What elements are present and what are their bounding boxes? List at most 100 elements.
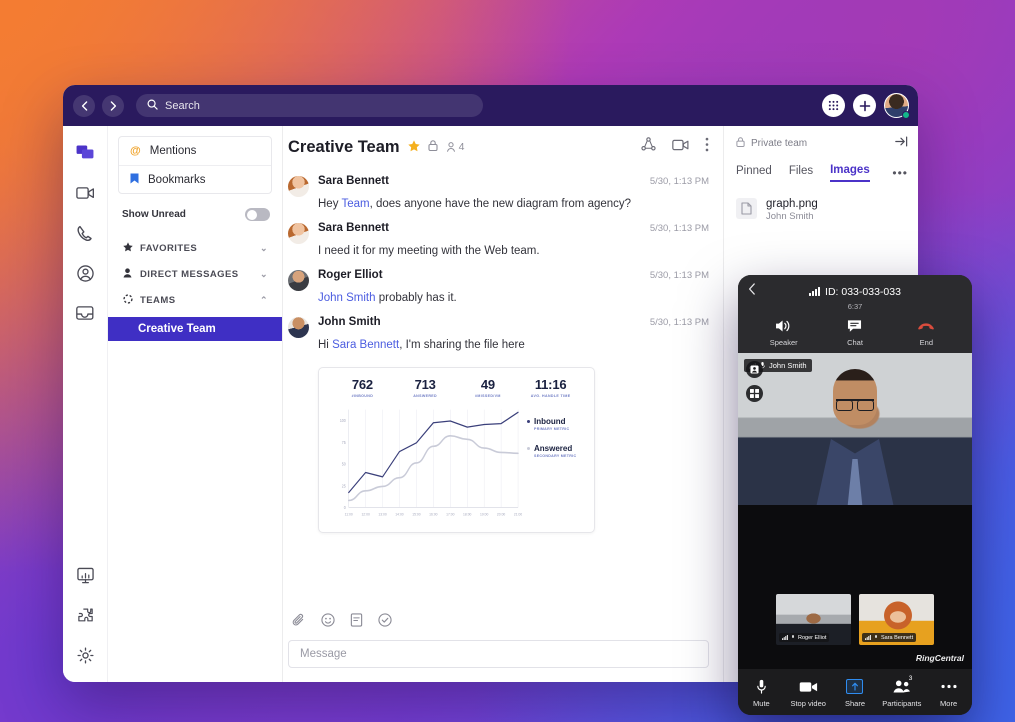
stop-video-button[interactable]: Stop video xyxy=(785,678,832,708)
chevron-right-icon xyxy=(110,100,116,111)
participant-thumbnail[interactable]: Sara Bennett xyxy=(859,594,934,645)
tab-files[interactable]: Files xyxy=(789,165,813,181)
active-speaker-view-button[interactable] xyxy=(746,361,763,378)
ellipsis-icon[interactable]: ••• xyxy=(892,166,908,180)
chevron-left-icon[interactable] xyxy=(748,283,756,298)
sidebar-item-bookmarks[interactable]: Bookmarks xyxy=(119,165,271,193)
main-video-tile[interactable]: John Smith xyxy=(738,353,972,505)
participants-badge: 3 xyxy=(908,675,913,682)
rail-item-settings[interactable] xyxy=(74,644,96,666)
show-unread-label: Show Unread xyxy=(122,209,186,220)
chart-svg: 0 25 50 75 100 11:00 12:00 13:00 14:00 15:00 16:00… xyxy=(340,409,522,516)
sidebar-section-direct-messages[interactable]: DIRECT MESSAGES ⌄ xyxy=(118,261,272,287)
legend-sublabel: SECONDARY METRIC xyxy=(534,453,577,458)
sidebar-section-favorites[interactable]: FAVORITES ⌄ xyxy=(118,235,272,261)
forward-button[interactable] xyxy=(102,94,124,117)
legend-marker xyxy=(527,446,530,450)
chart-kpi-value: 713 xyxy=(414,376,436,392)
plus-icon xyxy=(859,100,870,111)
speaker-button[interactable]: Speaker xyxy=(748,318,819,347)
file-icon xyxy=(736,198,757,219)
message-text-part: I need it for my meeting with the Web te… xyxy=(318,244,540,257)
end-call-button[interactable]: End xyxy=(891,318,962,347)
participant-face xyxy=(833,369,877,425)
dialpad-button[interactable] xyxy=(822,94,845,117)
chart-kpi: 49 #MISSED/VM xyxy=(457,377,520,398)
paperclip-icon[interactable] xyxy=(292,613,306,632)
tab-pinned[interactable]: Pinned xyxy=(736,165,772,181)
show-unread-toggle[interactable] xyxy=(245,208,270,221)
chart-kpi-label: ANSWERED xyxy=(413,393,437,398)
monitor-chart-icon xyxy=(76,567,94,583)
rail-item-fax[interactable] xyxy=(74,302,96,324)
svg-text:75: 75 xyxy=(342,439,346,444)
share-button[interactable]: Share xyxy=(832,678,879,708)
conversation-panel: Creative Team 4 Sara Bennett Hey Team, d… xyxy=(283,126,723,682)
thumbnail-name-chip: Sara Bennett xyxy=(862,633,917,642)
mute-button[interactable]: Mute xyxy=(738,678,785,708)
message-text: Hey Team, does anyone have the new diagr… xyxy=(318,197,709,212)
rail-item-analytics[interactable] xyxy=(74,564,96,586)
video-camera-icon xyxy=(785,678,832,695)
sidebar: @ Mentions Bookmarks Show Unread FAVORIT… xyxy=(108,126,283,682)
svg-text:11:00: 11:00 xyxy=(345,512,353,516)
video-stage: John Smith Roger Elliot Sara Bennett Rin… xyxy=(738,353,972,669)
mention-link[interactable]: John Smith xyxy=(318,292,376,304)
chart-kpi-row: 762 #INBOUND 713 ANSWERED 49 #MISSED/VM xyxy=(329,377,584,398)
mention-link[interactable]: Team xyxy=(341,198,369,210)
chart-legend: Inbound PRIMARY METRIC Answered SECONDAR… xyxy=(522,405,584,526)
share-label: Share xyxy=(844,699,865,708)
search-input[interactable]: Search xyxy=(136,94,483,117)
favorite-star-icon[interactable] xyxy=(407,139,420,155)
thumbnail-name: Sara Bennett xyxy=(881,634,914,641)
show-unread-row: Show Unread xyxy=(118,208,272,221)
check-circle-icon[interactable] xyxy=(378,613,392,632)
rail-item-phone[interactable] xyxy=(74,222,96,244)
chevron-down-icon: ⌄ xyxy=(260,268,268,279)
rail-item-apps[interactable] xyxy=(74,604,96,626)
share-network-icon[interactable] xyxy=(641,137,656,157)
back-button[interactable] xyxy=(73,94,95,117)
mention-link[interactable]: Sara Bennett xyxy=(332,339,399,351)
gallery-view-button[interactable] xyxy=(746,385,763,402)
legend-label: Answered xyxy=(534,443,573,453)
message-input[interactable]: Message xyxy=(288,640,709,668)
chart-attachment[interactable]: 762 #INBOUND 713 ANSWERED 49 #MISSED/VM xyxy=(318,366,595,533)
message-text: I need it for my meeting with the Web te… xyxy=(318,244,709,259)
message-bubbles-icon xyxy=(76,145,94,159)
rail-item-video[interactable] xyxy=(74,182,96,204)
add-button[interactable] xyxy=(853,94,876,117)
signal-bars-icon xyxy=(782,635,788,640)
participant-thumbnail[interactable]: Roger Elliot xyxy=(776,594,851,645)
svg-text:50: 50 xyxy=(342,461,346,466)
sidebar-item-mentions[interactable]: @ Mentions xyxy=(119,137,271,165)
chart-kpi-value: 11:16 xyxy=(534,376,567,392)
tab-images[interactable]: Images xyxy=(830,164,870,182)
svg-text:14:00: 14:00 xyxy=(395,512,403,516)
participants-button[interactable]: 3 Participants xyxy=(878,675,925,708)
sidebar-item-creative-team[interactable]: Creative Team xyxy=(108,317,282,341)
expand-panel-icon[interactable] xyxy=(895,136,908,150)
svg-text:25: 25 xyxy=(342,483,346,488)
kebab-menu-icon[interactable] xyxy=(705,137,709,157)
dialpad-icon xyxy=(828,100,839,111)
list-item[interactable]: graph.png John Smith xyxy=(736,198,908,222)
rail-item-contacts[interactable] xyxy=(74,262,96,284)
smiley-icon[interactable] xyxy=(321,613,335,632)
message-item: Sara Bennett Hey Team, does anyone have … xyxy=(288,168,709,215)
thumbnail-strip-area: Roger Elliot Sara Bennett RingCentral xyxy=(738,505,972,669)
sidebar-section-teams[interactable]: TEAMS ⌃ xyxy=(118,287,272,313)
video-camera-icon[interactable] xyxy=(672,138,689,156)
chat-button[interactable]: Chat xyxy=(819,318,890,347)
user-avatar[interactable] xyxy=(884,93,910,119)
rail-item-messages[interactable] xyxy=(74,142,96,164)
message-text-part: Hey xyxy=(318,198,342,210)
note-icon[interactable] xyxy=(350,613,363,632)
file-owner: John Smith xyxy=(766,211,814,222)
conversation-header-actions xyxy=(641,137,709,157)
message-text-part: Hi xyxy=(318,338,333,351)
chart-kpi: 762 #INBOUND xyxy=(331,377,394,398)
brand-watermark: RingCentral xyxy=(915,653,964,663)
more-button[interactable]: More xyxy=(925,678,972,708)
bookmark-icon xyxy=(130,173,139,187)
